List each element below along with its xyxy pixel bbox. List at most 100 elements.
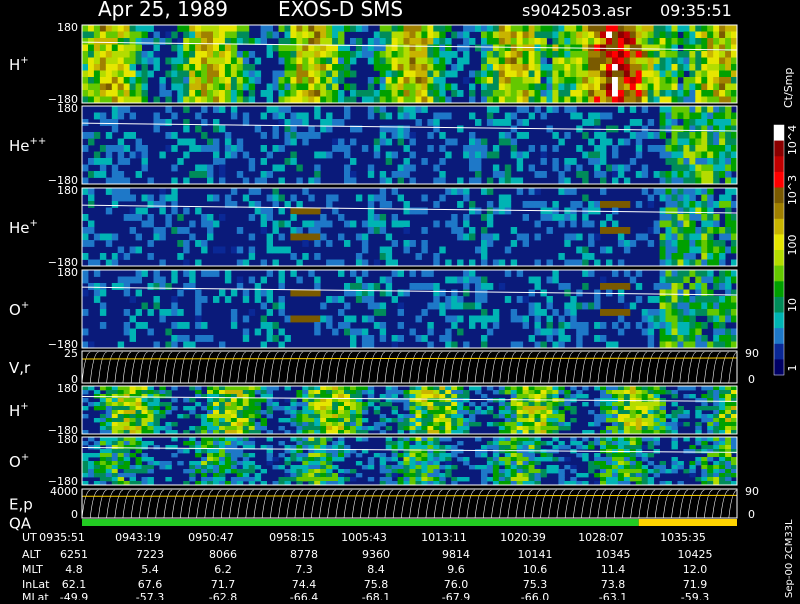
heat-cell (725, 296, 732, 303)
heat-cell (433, 296, 440, 303)
heat-cell (183, 441, 190, 446)
heat-cell (635, 201, 643, 208)
heat-cell (463, 38, 470, 45)
heat-cell (117, 276, 125, 284)
heat-cell (213, 106, 220, 113)
heat-cell (564, 31, 571, 39)
heat-cell (623, 83, 631, 91)
heat-cell (469, 96, 476, 104)
heat-cell (165, 390, 172, 395)
heat-cell (219, 164, 226, 172)
heat-cell (230, 145, 238, 152)
heat-cell (707, 44, 714, 52)
heat-cell (582, 437, 589, 442)
heat-cell (189, 426, 196, 431)
heat-cell (498, 38, 506, 45)
heat-cell (338, 322, 345, 329)
heat-cell (635, 83, 643, 91)
heat-cell (111, 457, 119, 462)
heat-cell (707, 253, 714, 260)
heat-cell (612, 96, 619, 104)
heat-cell (278, 453, 285, 458)
heat-cell (308, 177, 315, 185)
heat-cell (278, 426, 285, 431)
heat-cell (266, 96, 273, 104)
heat-cell (171, 398, 178, 403)
heat-cell (219, 437, 226, 442)
heat-cell (260, 418, 267, 423)
heat-cell (284, 315, 291, 323)
heat-cell (338, 38, 345, 45)
heat-cell (671, 410, 678, 415)
heat-cell (677, 164, 684, 172)
heat-cell (350, 315, 357, 323)
heat-cell (540, 473, 547, 478)
heat-cell (677, 125, 684, 133)
heat-cell (338, 441, 345, 446)
heat-cell (665, 90, 672, 97)
heat-cell (451, 394, 458, 399)
heat-cell (147, 328, 154, 336)
heat-cell (367, 477, 375, 482)
heat-cell (242, 426, 250, 431)
heat-cell (534, 441, 541, 446)
heat-cell (534, 414, 541, 419)
heat-cell (665, 158, 672, 165)
heat-cell (213, 138, 220, 146)
heat-cell (617, 422, 625, 427)
heat-cell (159, 188, 166, 195)
heat-cell (481, 70, 488, 78)
heat-cell (314, 402, 321, 407)
heat-cell (469, 145, 476, 152)
heat-cell (588, 158, 595, 165)
heat-cell (540, 341, 547, 349)
heat-cell (594, 25, 601, 32)
heat-cell (385, 233, 393, 241)
heat-cell (123, 289, 131, 297)
heat-cell (635, 469, 643, 474)
heat-cell (326, 201, 333, 208)
heat-cell (397, 171, 404, 178)
heat-cell (439, 289, 446, 297)
heat-cell (701, 158, 708, 165)
heat-cell (623, 426, 631, 431)
heat-cell (606, 465, 613, 470)
heat-cell (320, 445, 327, 450)
heat-cell (296, 402, 303, 407)
heat-cell (105, 394, 113, 399)
heat-cell (111, 64, 119, 71)
heat-cell (713, 51, 720, 58)
heat-cell (183, 77, 190, 84)
heat-cell (195, 64, 202, 71)
heat-cell (350, 394, 357, 399)
heat-cell (713, 259, 720, 267)
heat-cell (439, 426, 446, 431)
heat-cell (558, 77, 565, 84)
heat-cell (284, 57, 291, 65)
heat-cell (82, 227, 89, 234)
heat-cell (320, 96, 327, 104)
heat-cell (123, 70, 131, 78)
heat-cell (123, 51, 131, 58)
heat-cell (725, 132, 732, 139)
heat-cell (344, 220, 351, 228)
heat-cell (171, 341, 178, 349)
heat-cell (427, 44, 434, 52)
heat-cell (272, 220, 279, 228)
heat-cell (117, 188, 125, 195)
heat-cell (314, 177, 321, 185)
heat-cell (600, 406, 607, 411)
heat-cell (731, 25, 738, 32)
heat-cell (141, 386, 148, 391)
heat-cell (677, 414, 684, 419)
heat-cell (99, 164, 107, 172)
heat-cell (99, 96, 107, 104)
heat-cell (88, 83, 95, 91)
heat-cell (695, 449, 702, 454)
heat-cell (117, 57, 125, 65)
heat-cell (707, 31, 714, 39)
heat-cell (82, 386, 89, 391)
heat-cell (338, 96, 345, 104)
heat-cell (558, 473, 565, 478)
heat-cell (582, 38, 589, 45)
